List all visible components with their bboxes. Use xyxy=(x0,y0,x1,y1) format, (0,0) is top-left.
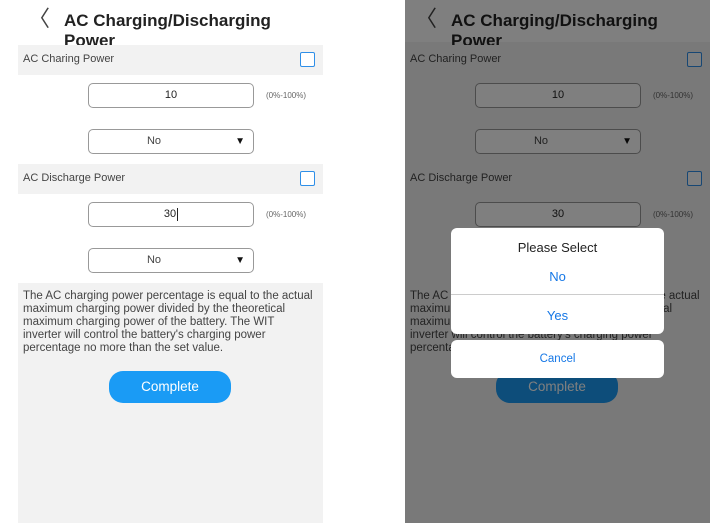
settings-screen-with-dialog: 〈 AC Charging/Discharging Power AC Chari… xyxy=(405,0,710,523)
complete-button[interactable]: Complete xyxy=(109,371,231,403)
settings-screen: 〈 AC Charging/Discharging Power AC Chari… xyxy=(18,0,323,523)
discharge-power-row: AC Discharge Power xyxy=(18,164,323,194)
charge-select-value: No xyxy=(146,135,162,147)
dialog-option-yes[interactable]: Yes xyxy=(451,308,664,323)
discharge-power-value: 30 xyxy=(163,208,177,220)
dropdown-arrow-icon: ▼ xyxy=(235,255,245,266)
text-cursor xyxy=(177,207,179,221)
charge-power-row: AC Charing Power xyxy=(18,45,323,75)
discharge-power-input[interactable]: 30 xyxy=(88,202,254,227)
dialog-option-no[interactable]: No xyxy=(451,269,664,284)
dropdown-arrow-icon: ▼ xyxy=(235,136,245,147)
dialog-title: Please Select xyxy=(517,240,598,255)
info-panel: The AC charging power percentage is equa… xyxy=(18,283,323,523)
charge-power-input[interactable]: 10 xyxy=(88,83,254,108)
select-dialog: Please Select No Yes xyxy=(451,228,664,334)
charge-select[interactable]: No ▼ xyxy=(88,129,254,154)
dialog-divider xyxy=(451,294,664,295)
discharge-select[interactable]: No ▼ xyxy=(88,248,254,273)
discharge-select-value: No xyxy=(146,254,162,266)
dialog-cancel-button[interactable]: Cancel xyxy=(451,340,664,378)
charge-power-checkbox-icon[interactable] xyxy=(300,52,315,67)
info-text: The AC charging power percentage is equa… xyxy=(23,290,313,354)
discharge-power-label: AC Discharge Power xyxy=(23,172,126,184)
header: 〈 AC Charging/Discharging Power xyxy=(18,0,323,50)
back-chevron-icon[interactable]: 〈 xyxy=(28,8,50,30)
discharge-power-checkbox-icon[interactable] xyxy=(300,171,315,186)
discharge-range-hint: (0%-100%) xyxy=(266,210,307,219)
charge-power-label: AC Charing Power xyxy=(23,53,115,65)
charge-power-value: 10 xyxy=(164,89,178,101)
charge-range-hint: (0%-100%) xyxy=(266,91,307,100)
